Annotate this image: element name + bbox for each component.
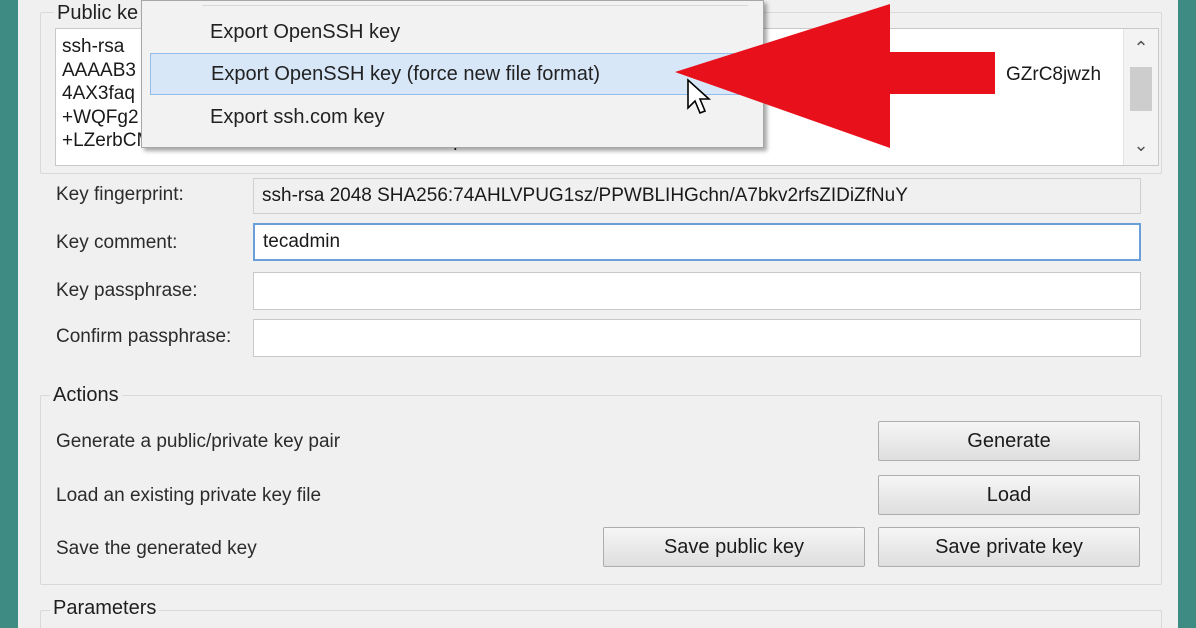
menu-item-label: Export OpenSSH key (force new file forma… [211, 62, 601, 85]
public-key-scrollbar[interactable]: ⌃ ⌄ [1123, 29, 1158, 165]
generate-text: Generate a public/private key pair [56, 431, 341, 452]
confirm-passphrase-label: Confirm passphrase: [56, 326, 232, 347]
key-comment-field[interactable]: tecadmin [253, 223, 1141, 261]
public-key-group-label: Public ke [54, 2, 142, 25]
save-private-key-label: Save private key [935, 535, 1083, 558]
generate-button[interactable]: Generate [878, 421, 1140, 461]
save-public-key-label: Save public key [663, 535, 805, 558]
key-fingerprint-label: Key fingerprint: [56, 184, 184, 205]
save-private-key-button[interactable]: Save private key [878, 527, 1140, 567]
chevron-up-icon[interactable]: ⌃ [1124, 37, 1158, 61]
key-passphrase-field[interactable] [253, 272, 1141, 310]
chevron-down-icon[interactable]: ⌄ [1124, 134, 1158, 158]
public-key-right-fragment: GZrC8jwzh [1006, 64, 1102, 85]
load-text: Load an existing private key file [56, 485, 322, 506]
parameters-group [40, 610, 1162, 628]
key-comment-label: Key comment: [56, 232, 178, 253]
parameters-group-title: Parameters [50, 597, 160, 620]
load-button-label: Load [986, 483, 1032, 506]
save-text: Save the generated key [56, 538, 257, 559]
key-fingerprint-field[interactable]: ssh-rsa 2048 SHA256:74AHLVPUG1sz/PPWBLIH… [253, 178, 1141, 214]
actions-group-title: Actions [50, 384, 122, 407]
mouse-pointer-icon [687, 78, 712, 115]
save-public-key-button[interactable]: Save public key [603, 527, 865, 567]
menu-item-label: Export ssh.com key [210, 105, 385, 128]
menu-item-label: Export OpenSSH key [210, 20, 401, 43]
generate-button-label: Generate [967, 429, 1051, 452]
scrollbar-thumb[interactable] [1130, 67, 1152, 111]
red-arrow-icon [675, 4, 995, 148]
load-button[interactable]: Load [878, 475, 1140, 515]
confirm-passphrase-field[interactable] [253, 319, 1141, 357]
key-passphrase-label: Key passphrase: [56, 280, 198, 301]
